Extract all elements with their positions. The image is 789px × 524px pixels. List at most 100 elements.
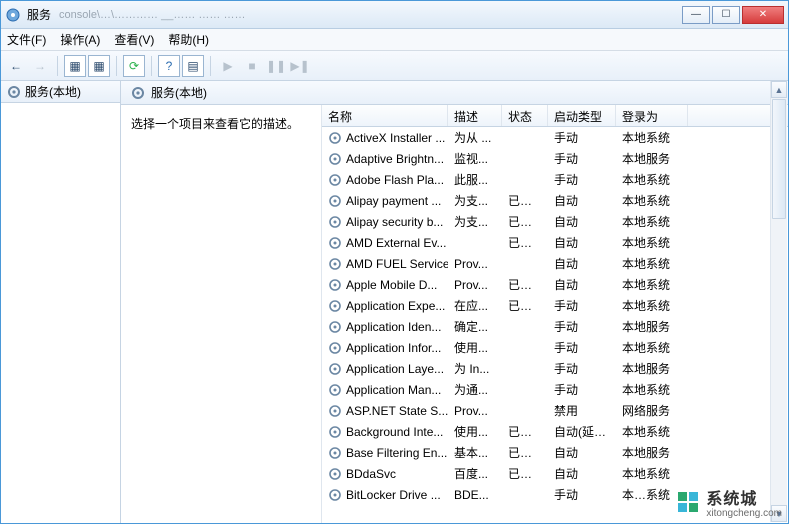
service-row[interactable]: Application Infor...使用...手动本地系统 (322, 337, 788, 358)
service-row[interactable]: ActiveX Installer ...为从 ...手动本地系统 (322, 127, 788, 148)
service-name: Application Expe... (346, 299, 445, 313)
service-icon (328, 488, 342, 502)
menu-view[interactable]: 查看(V) (114, 31, 154, 48)
services-mmc-window: 服务 console\…\………… __…… …… …… — ☐ ✕ 文件(F)… (0, 0, 789, 524)
service-icon (328, 215, 342, 229)
service-row[interactable]: Alipay security b...为支...已启动自动本地系统 (322, 211, 788, 232)
show-hide-tree-button[interactable]: ▦ (64, 55, 86, 77)
service-row[interactable]: Application Laye...为 In...手动本地服务 (322, 358, 788, 379)
pause-service-button[interactable]: ❚❚ (265, 55, 287, 77)
service-name: Application Laye... (346, 362, 444, 376)
service-desc: 此服... (448, 171, 502, 188)
service-icon (328, 236, 342, 250)
service-row[interactable]: Alipay payment ...为支...已启动自动本地系统 (322, 190, 788, 211)
service-logon: 本地系统 (616, 339, 688, 356)
service-name: Base Filtering En... (346, 446, 447, 460)
service-startup: 自动(延迟... (548, 423, 616, 440)
service-status: 已启动 (502, 234, 548, 251)
stop-service-button[interactable]: ■ (241, 55, 263, 77)
tree-root-label: 服务(本地) (25, 83, 81, 100)
column-header-logon[interactable]: 登录为 (616, 105, 688, 126)
scroll-thumb[interactable] (772, 99, 786, 219)
service-name: Apple Mobile D... (346, 278, 437, 292)
service-icon (328, 173, 342, 187)
service-row[interactable]: Application Expe...在应...已启动手动本地系统 (322, 295, 788, 316)
toolbar: ← → ▦ ▦ ⟳ ? ▤ ▶ ■ ❚❚ ▶❚ (1, 51, 788, 81)
gear-icon (131, 86, 145, 100)
window-buttons: — ☐ ✕ (680, 6, 784, 24)
service-startup: 自动 (548, 465, 616, 482)
service-row[interactable]: AMD FUEL ServiceProv...自动本地系统 (322, 253, 788, 274)
service-row[interactable]: Base Filtering En...基本...已启动自动本地服务 (322, 442, 788, 463)
service-startup: 手动 (548, 381, 616, 398)
details-header-label: 服务(本地) (151, 84, 207, 101)
restart-service-button[interactable]: ▶❚ (289, 55, 311, 77)
column-header-startup[interactable]: 启动类型 (548, 105, 616, 126)
service-icon (328, 299, 342, 313)
details-panel: 服务(本地) 选择一个项目来查看它的描述。 名称 描述 状态 启动类型 登录为 … (121, 81, 788, 523)
service-desc: 基本... (448, 444, 502, 461)
service-logon: 本地服务 (616, 318, 688, 335)
service-desc: 使用... (448, 339, 502, 356)
service-logon: 本地系统 (616, 213, 688, 230)
service-startup: 禁用 (548, 402, 616, 419)
column-header-name[interactable]: 名称 (322, 105, 448, 126)
service-startup: 手动 (548, 150, 616, 167)
service-startup: 自动 (548, 213, 616, 230)
service-row[interactable]: BDdaSvc百度...已启动自动本地系统 (322, 463, 788, 484)
service-row[interactable]: Application Iden...确定...手动本地服务 (322, 316, 788, 337)
service-status: 已启动 (502, 192, 548, 209)
service-logon: 本地系统 (616, 192, 688, 209)
start-service-button[interactable]: ▶ (217, 55, 239, 77)
service-row[interactable]: Application Man...为通...手动本地系统 (322, 379, 788, 400)
service-desc: 为支... (448, 213, 502, 230)
export-list-button[interactable]: ▦ (88, 55, 110, 77)
watermark-url: xitongcheng.com (706, 509, 782, 519)
service-desc: 为 In... (448, 360, 502, 377)
help-button[interactable]: ? (158, 55, 180, 77)
scroll-up-button[interactable]: ▲ (771, 81, 787, 98)
properties-button[interactable]: ▤ (182, 55, 204, 77)
service-row[interactable]: AMD External Ev...已启动自动本地系统 (322, 232, 788, 253)
service-name: Alipay security b... (346, 215, 443, 229)
service-startup: 自动 (548, 255, 616, 272)
menu-help[interactable]: 帮助(H) (168, 31, 209, 48)
menu-file[interactable]: 文件(F) (7, 31, 46, 48)
service-name: ASP.NET State S... (346, 404, 448, 418)
maximize-button[interactable]: ☐ (712, 6, 740, 24)
refresh-button[interactable]: ⟳ (123, 55, 145, 77)
service-logon: 本地系统 (616, 255, 688, 272)
service-status: 已启动 (502, 297, 548, 314)
service-icon (328, 131, 342, 145)
close-button[interactable]: ✕ (742, 6, 784, 24)
service-icon (328, 404, 342, 418)
service-row[interactable]: ASP.NET State S...Prov...禁用网络服务 (322, 400, 788, 421)
service-row[interactable]: Background Inte...使用...已启动自动(延迟...本地系统 (322, 421, 788, 442)
column-header-desc[interactable]: 描述 (448, 105, 502, 126)
details-header: 服务(本地) (121, 81, 788, 105)
service-logon: 本地系统 (616, 465, 688, 482)
menu-action[interactable]: 操作(A) (60, 31, 100, 48)
service-row[interactable]: Apple Mobile D...Prov...已启动自动本地系统 (322, 274, 788, 295)
details-body: 选择一个项目来查看它的描述。 名称 描述 状态 启动类型 登录为 ActiveX… (121, 105, 788, 523)
forward-button[interactable]: → (29, 55, 51, 77)
service-name: ActiveX Installer ... (346, 131, 445, 145)
service-icon (328, 467, 342, 481)
titlebar[interactable]: 服务 console\…\………… __…… …… …… — ☐ ✕ (1, 1, 788, 29)
service-name: Application Iden... (346, 320, 441, 334)
service-startup: 手动 (548, 360, 616, 377)
separator (57, 56, 58, 76)
vertical-scrollbar[interactable]: ▲ ▼ (770, 81, 787, 522)
service-status: 已启动 (502, 423, 548, 440)
tree-root-item[interactable]: 服务(本地) (1, 81, 120, 103)
gear-icon (7, 85, 21, 99)
service-row[interactable]: Adobe Flash Pla...此服...手动本地系统 (322, 169, 788, 190)
back-button[interactable]: ← (5, 55, 27, 77)
service-startup: 手动 (548, 486, 616, 503)
separator (151, 56, 152, 76)
service-name: AMD External Ev... (346, 236, 446, 250)
service-logon: 本地系统 (616, 276, 688, 293)
column-header-status[interactable]: 状态 (502, 105, 548, 126)
minimize-button[interactable]: — (682, 6, 710, 24)
service-row[interactable]: Adaptive Brightn...监视...手动本地服务 (322, 148, 788, 169)
